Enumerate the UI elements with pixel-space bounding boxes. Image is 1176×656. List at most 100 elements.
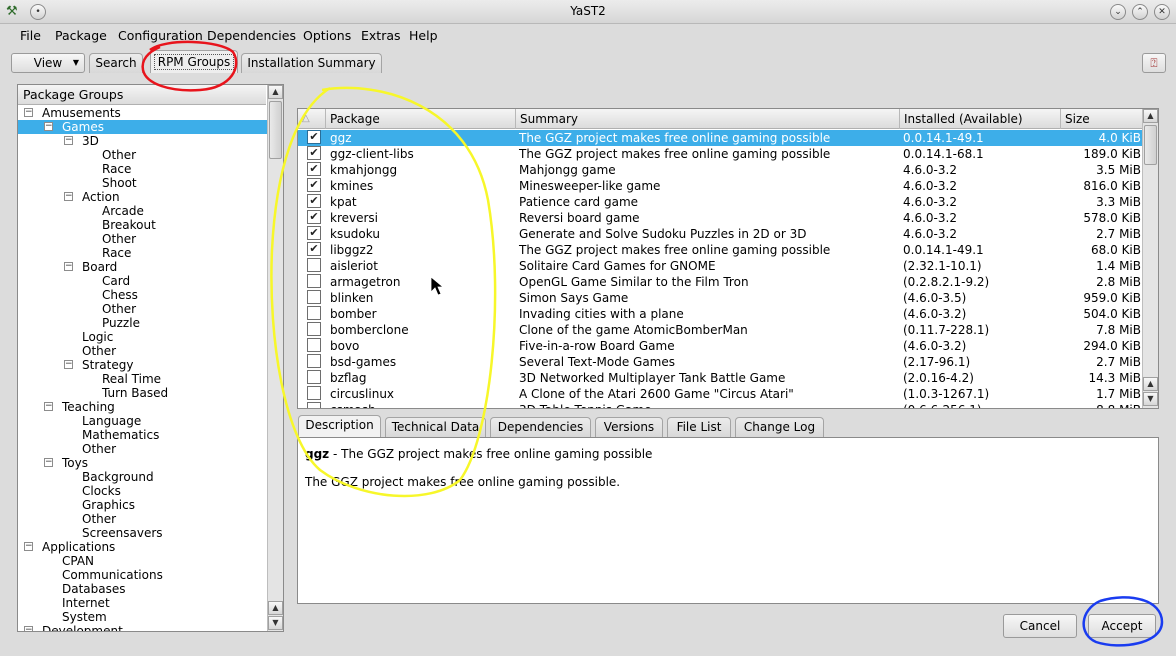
tree-item[interactable]: Breakout — [18, 218, 267, 232]
column-installed[interactable]: Installed (Available) — [900, 109, 1061, 129]
tree-item[interactable]: Other — [18, 302, 267, 316]
menu-dependencies[interactable]: Dependencies — [207, 28, 296, 43]
tree-item[interactable]: Arcade — [18, 204, 267, 218]
installed-checkbox[interactable]: ✔ — [307, 146, 321, 160]
package-row[interactable]: armagetron OpenGL Game Similar to the Fil… — [298, 274, 1142, 290]
not-installed-checkbox[interactable] — [307, 322, 321, 336]
tree-item[interactable]: Logic — [18, 330, 267, 344]
tree-item[interactable]: − Applications — [18, 540, 267, 554]
installed-checkbox[interactable]: ✔ — [307, 242, 321, 256]
tree-item[interactable]: Shoot — [18, 176, 267, 190]
tree-item[interactable]: Language — [18, 414, 267, 428]
tab-versions[interactable]: Versions — [595, 417, 663, 437]
tab-installation-summary[interactable]: Installation Summary — [241, 53, 382, 73]
collapse-icon[interactable]: − — [24, 108, 33, 117]
tab-file-list[interactable]: File List — [667, 417, 731, 437]
tree-item[interactable]: − Action — [18, 190, 267, 204]
installed-checkbox[interactable]: ✔ — [307, 162, 321, 176]
package-row[interactable]: bomber Invading cities with a plane (4.6.0… — [298, 306, 1142, 322]
tree-item[interactable]: − Toys — [18, 456, 267, 470]
scroll-down-icon[interactable]: ▼ — [268, 616, 283, 630]
installed-checkbox[interactable]: ✔ — [307, 226, 321, 240]
not-installed-checkbox[interactable] — [307, 402, 321, 408]
menu-file[interactable]: File — [20, 28, 41, 43]
not-installed-checkbox[interactable] — [307, 354, 321, 368]
not-installed-checkbox[interactable] — [307, 338, 321, 352]
help-bubble-button[interactable]: ⍰ — [1142, 53, 1166, 73]
tree-item[interactable]: Card — [18, 274, 267, 288]
view-dropdown-button[interactable]: View ▼ — [11, 53, 85, 73]
tree-item[interactable]: Race — [18, 162, 267, 176]
tab-technical-data[interactable]: Technical Data — [385, 417, 486, 437]
package-row[interactable]: aisleriot Solitaire Card Games for GNOME (… — [298, 258, 1142, 274]
tree-item[interactable]: Background — [18, 470, 267, 484]
tree-item[interactable]: − Amusements — [18, 106, 267, 120]
not-installed-checkbox[interactable] — [307, 290, 321, 304]
installed-checkbox[interactable]: ✔ — [307, 178, 321, 192]
tree-item[interactable]: Other — [18, 344, 267, 358]
package-row[interactable]: csmash 3D Table Tennis Game (0.6.6-256.1) 8… — [298, 402, 1142, 408]
tree-item[interactable]: System — [18, 610, 267, 624]
scroll-up-icon[interactable]: ▲ — [1143, 109, 1158, 123]
tree-item[interactable]: CPAN — [18, 554, 267, 568]
tree-item[interactable]: Real Time — [18, 372, 267, 386]
tab-change-log[interactable]: Change Log — [735, 417, 824, 437]
tree-item[interactable]: Chess — [18, 288, 267, 302]
menu-configuration[interactable]: Configuration — [118, 28, 203, 43]
scroll-up-icon[interactable]: ▲ — [1143, 377, 1158, 391]
tab-description[interactable]: Description — [298, 415, 381, 437]
tree-item[interactable]: Race — [18, 246, 267, 260]
column-package[interactable]: Package — [326, 109, 516, 129]
tree-item[interactable]: Other — [18, 442, 267, 456]
collapse-icon[interactable]: − — [64, 360, 73, 369]
tree-item[interactable]: Other — [18, 512, 267, 526]
menu-package[interactable]: Package — [55, 28, 107, 43]
package-row[interactable]: ✔ ggz-client-libs The GGZ project makes fr… — [298, 146, 1142, 162]
sort-icon[interactable]: △ — [298, 109, 326, 129]
accept-button[interactable]: Accept — [1088, 614, 1156, 638]
tree-scroll-thumb[interactable] — [269, 101, 282, 159]
not-installed-checkbox[interactable] — [307, 258, 321, 272]
tree-item[interactable]: Databases — [18, 582, 267, 596]
collapse-icon[interactable]: − — [64, 136, 73, 145]
package-row[interactable]: ✔ ggz The GGZ project makes free online ga… — [298, 130, 1142, 146]
close-icon[interactable]: ✕ — [1154, 4, 1170, 20]
collapse-icon[interactable]: − — [44, 458, 53, 467]
tree-item[interactable]: − Strategy — [18, 358, 267, 372]
package-row[interactable]: ✔ kmines Minesweeper-like game 4.6.0-3.2 816… — [298, 178, 1142, 194]
not-installed-checkbox[interactable] — [307, 306, 321, 320]
installed-checkbox[interactable]: ✔ — [307, 130, 321, 144]
tree-item[interactable]: − Teaching — [18, 400, 267, 414]
scroll-up-icon[interactable]: ▲ — [268, 601, 283, 615]
package-row[interactable]: ✔ libggz2 The GGZ project makes free onlin… — [298, 242, 1142, 258]
installed-checkbox[interactable]: ✔ — [307, 210, 321, 224]
tree-item[interactable]: Communications — [18, 568, 267, 582]
tree-item[interactable]: Clocks — [18, 484, 267, 498]
cancel-button[interactable]: Cancel — [1003, 614, 1077, 638]
tree-item[interactable]: Other — [18, 148, 267, 162]
tab-dependencies[interactable]: Dependencies — [490, 417, 591, 437]
package-row[interactable]: ✔ kpat Patience card game 4.6.0-3.2 3.3 MiB — [298, 194, 1142, 210]
not-installed-checkbox[interactable] — [307, 370, 321, 384]
package-row[interactable]: ✔ kreversi Reversi board game 4.6.0-3.2 578.… — [298, 210, 1142, 226]
package-row[interactable]: bzflag 3D Networked Multiplayer Tank Batt… — [298, 370, 1142, 386]
collapse-icon[interactable]: − — [44, 122, 53, 131]
package-scrollbar[interactable]: ▲ ▲ ▼ — [1142, 109, 1158, 408]
scroll-up-icon[interactable]: ▲ — [268, 85, 283, 99]
collapse-icon[interactable]: − — [64, 262, 73, 271]
tree-item[interactable]: Mathematics — [18, 428, 267, 442]
menu-options[interactable]: Options — [303, 28, 351, 43]
tree-item[interactable]: − Games — [18, 120, 267, 134]
tree-item[interactable]: − Board — [18, 260, 267, 274]
maximize-icon[interactable]: ⌃ — [1132, 4, 1148, 20]
package-row[interactable]: bovo Five-in-a-row Board Game (4.6.0-3.2) 2… — [298, 338, 1142, 354]
minimize-icon[interactable]: ⌄ — [1110, 4, 1126, 20]
tree-item[interactable]: − Development — [18, 624, 267, 631]
package-row[interactable]: blinken Simon Says Game (4.6.0-3.5) 959.0 K… — [298, 290, 1142, 306]
package-row[interactable]: ✔ kmahjongg Mahjongg game 4.6.0-3.2 3.5 MiB — [298, 162, 1142, 178]
tree-item[interactable]: Screensavers — [18, 526, 267, 540]
tree-item[interactable]: Turn Based — [18, 386, 267, 400]
menu-extras[interactable]: Extras — [361, 28, 401, 43]
tab-rpm-groups[interactable]: RPM Groups — [150, 50, 238, 73]
installed-checkbox[interactable]: ✔ — [307, 194, 321, 208]
